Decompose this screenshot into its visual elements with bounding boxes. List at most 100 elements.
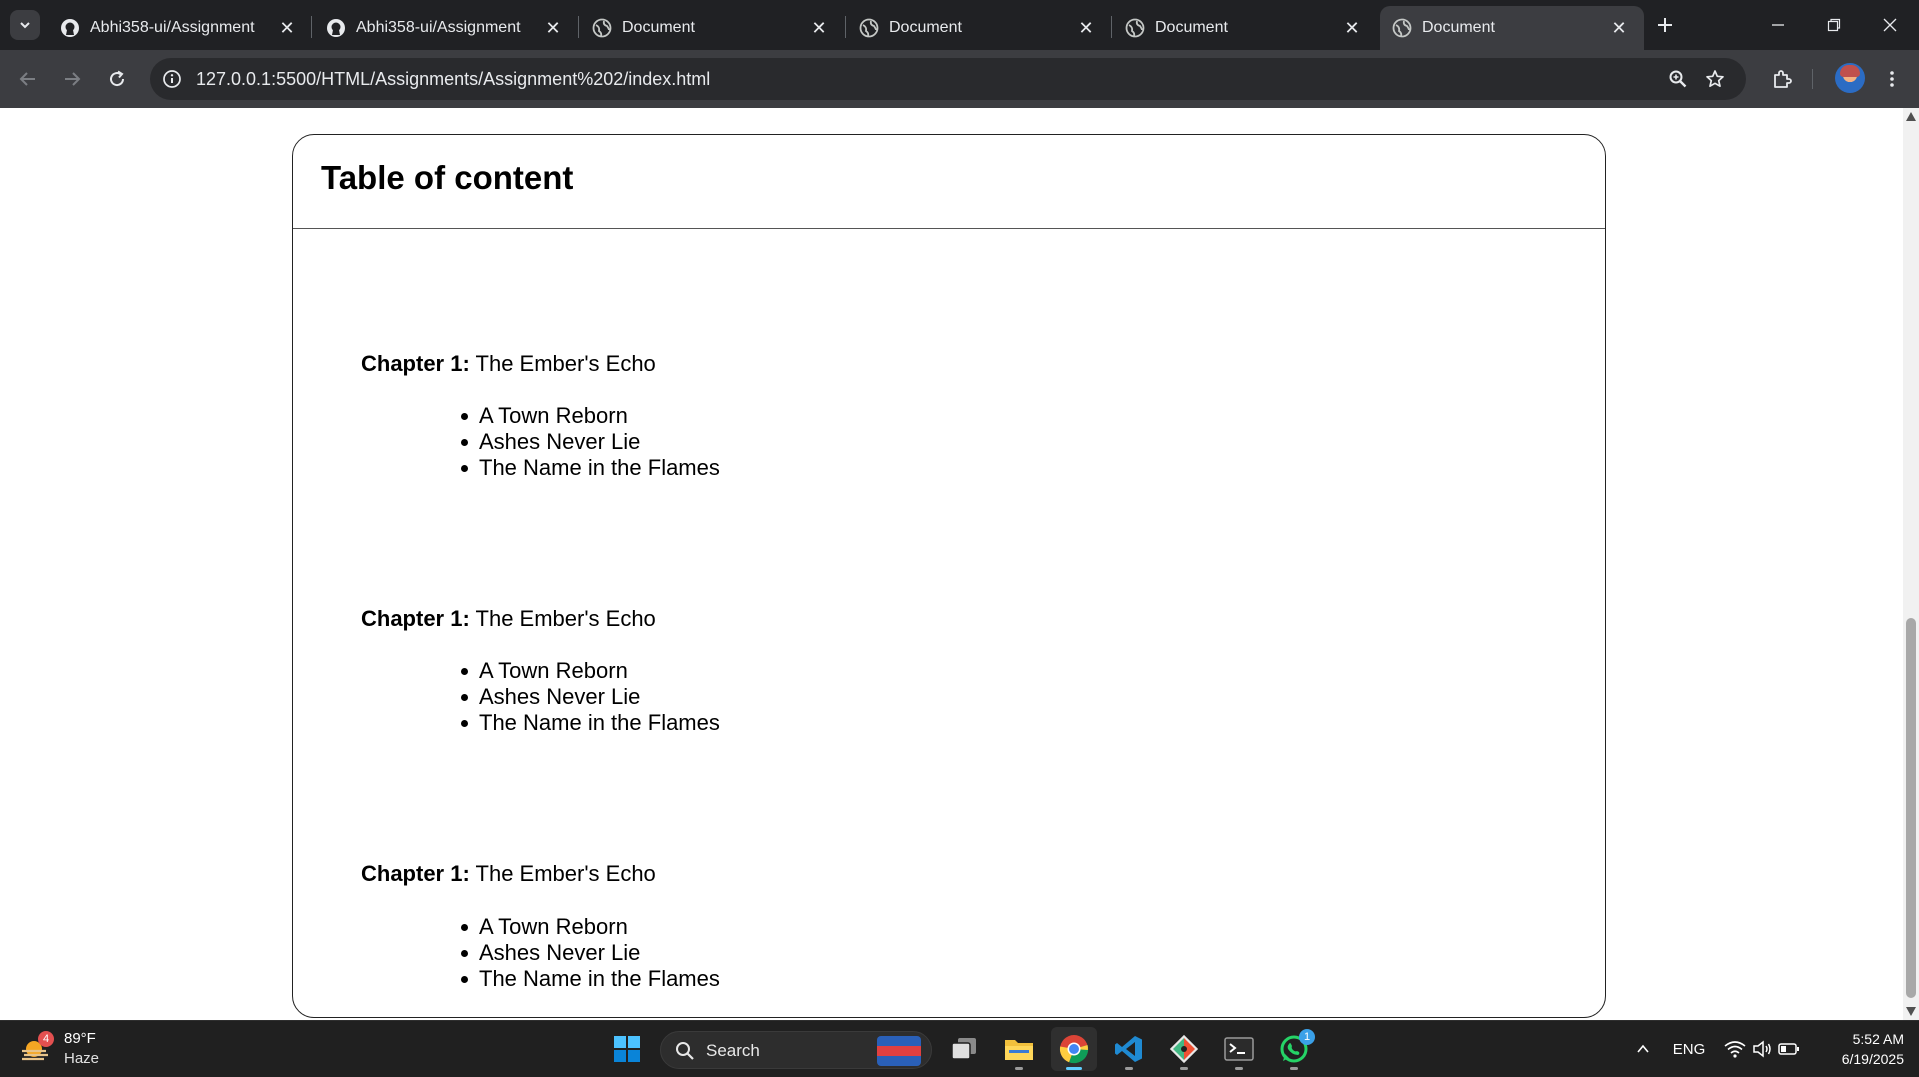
taskbar-search-box[interactable]: Search bbox=[660, 1031, 932, 1069]
clock-date: 6/19/2025 bbox=[1841, 1051, 1904, 1067]
search-label: Search bbox=[706, 1041, 760, 1060]
toc-card-header: Table of content bbox=[293, 135, 1605, 229]
section-item: A Town Reborn bbox=[461, 658, 720, 684]
browser-tab[interactable]: Document ✕ bbox=[847, 6, 1111, 50]
minimize-button[interactable] bbox=[1750, 0, 1806, 50]
quick-settings-button[interactable] bbox=[1722, 1029, 1802, 1069]
start-button[interactable] bbox=[604, 1027, 650, 1071]
wifi-icon bbox=[1724, 1041, 1746, 1058]
volume-icon bbox=[1753, 1040, 1771, 1058]
new-tab-button[interactable] bbox=[1650, 10, 1680, 40]
github-icon bbox=[60, 18, 80, 38]
browser-tab[interactable]: Document ✕ bbox=[1113, 6, 1377, 50]
more-vertical-icon bbox=[1890, 71, 1894, 87]
chapter-label: Chapter 1: bbox=[361, 351, 470, 376]
profile-avatar[interactable] bbox=[1835, 63, 1865, 93]
browser-tab[interactable]: Document ✕ bbox=[580, 6, 844, 50]
address-bar[interactable]: 127.0.0.1:5500/HTML/Assignments/Assignme… bbox=[150, 58, 1746, 100]
close-tab-icon[interactable]: ✕ bbox=[1608, 17, 1630, 39]
arrow-right-icon bbox=[65, 72, 81, 86]
section-item: Ashes Never Lie bbox=[461, 940, 720, 966]
search-highlight-image bbox=[877, 1036, 921, 1066]
globe-icon bbox=[859, 18, 879, 38]
system-clock[interactable]: 5:52 AM 6/19/2025 bbox=[1818, 1029, 1904, 1069]
taskbar-app-terminal[interactable] bbox=[1216, 1027, 1262, 1071]
whatsapp-badge: 1 bbox=[1299, 1029, 1315, 1045]
close-icon bbox=[1883, 18, 1897, 32]
running-indicator bbox=[1180, 1067, 1188, 1070]
globe-icon bbox=[1125, 18, 1145, 38]
scroll-up-arrow-icon[interactable] bbox=[1906, 112, 1916, 121]
tab-title: Abhi358-ui/Assignment bbox=[90, 19, 255, 36]
chevron-up-icon bbox=[1637, 1044, 1649, 1053]
close-tab-icon[interactable]: ✕ bbox=[1075, 17, 1097, 39]
vscode-icon bbox=[1115, 1036, 1142, 1062]
language-indicator[interactable]: ENG bbox=[1664, 1029, 1714, 1069]
zoom-icon[interactable] bbox=[1666, 67, 1690, 91]
forward-button[interactable] bbox=[56, 63, 88, 95]
browser-tab-strip: Abhi358-ui/Assignment ✕ Abhi358-ui/Assig… bbox=[0, 0, 1919, 50]
chapter-heading: Chapter 1: The Ember's Echo bbox=[361, 351, 656, 377]
plus-icon bbox=[1658, 18, 1672, 32]
clock-time: 5:52 AM bbox=[1852, 1031, 1904, 1047]
puzzle-icon bbox=[1774, 70, 1792, 88]
close-tab-icon[interactable]: ✕ bbox=[276, 17, 298, 39]
page-scrollbar[interactable] bbox=[1903, 108, 1919, 1020]
close-tab-icon[interactable]: ✕ bbox=[1341, 17, 1363, 39]
battery-icon bbox=[1778, 1043, 1799, 1055]
running-indicator bbox=[1235, 1067, 1243, 1070]
reload-icon bbox=[110, 70, 125, 87]
taskbar-app-vscode[interactable] bbox=[1106, 1027, 1152, 1071]
chapter-heading: Chapter 1: The Ember's Echo bbox=[361, 861, 656, 887]
tab-search-button[interactable] bbox=[10, 10, 40, 40]
active-indicator bbox=[1066, 1067, 1082, 1070]
close-window-button[interactable] bbox=[1862, 0, 1918, 50]
restore-icon bbox=[1827, 18, 1841, 32]
browser-toolbar: 127.0.0.1:5500/HTML/Assignments/Assignme… bbox=[0, 50, 1919, 108]
tab-title: Abhi358-ui/Assignment bbox=[356, 19, 521, 36]
weather-widget[interactable]: 4 89°F Haze bbox=[20, 1029, 150, 1071]
taskbar-app-file-explorer[interactable] bbox=[996, 1027, 1042, 1071]
taskbar-app-whatsapp[interactable]: 1 bbox=[1271, 1027, 1317, 1071]
scroll-down-arrow-icon[interactable] bbox=[1906, 1007, 1916, 1016]
tab-separator bbox=[578, 16, 579, 38]
chrome-icon bbox=[1059, 1035, 1089, 1064]
url-text[interactable]: 127.0.0.1:5500/HTML/Assignments/Assignme… bbox=[196, 69, 710, 90]
running-indicator bbox=[1125, 1067, 1133, 1070]
site-info-icon[interactable] bbox=[160, 67, 184, 91]
section-item: The Name in the Flames bbox=[461, 710, 720, 735]
section-item: The Name in the Flames bbox=[461, 455, 720, 480]
tab-title: Document bbox=[622, 19, 695, 36]
close-tab-icon[interactable]: ✕ bbox=[808, 17, 830, 39]
show-hidden-icons-button[interactable] bbox=[1630, 1029, 1656, 1069]
tab-title: Document bbox=[1422, 19, 1495, 36]
windows-taskbar: 4 89°F Haze Search 1 ENG 5:52 AM 6/19/20… bbox=[0, 1020, 1919, 1077]
windows-logo-icon bbox=[614, 1036, 640, 1062]
browser-tab[interactable]: Abhi358-ui/Assignment ✕ bbox=[314, 6, 578, 50]
browser-tab-active[interactable]: Document ✕ bbox=[1380, 6, 1644, 50]
github-icon bbox=[326, 18, 346, 38]
section-item: Ashes Never Lie bbox=[461, 429, 720, 455]
tab-separator bbox=[311, 16, 312, 38]
terminal-icon bbox=[1224, 1037, 1254, 1061]
reload-button[interactable] bbox=[101, 63, 133, 95]
section-item: Ashes Never Lie bbox=[461, 684, 720, 710]
toc-card: Table of content Chapter 1: The Ember's … bbox=[292, 134, 1606, 1018]
browser-menu-button[interactable] bbox=[1876, 63, 1908, 95]
close-tab-icon[interactable]: ✕ bbox=[542, 17, 564, 39]
restore-button[interactable] bbox=[1806, 0, 1862, 50]
git-icon bbox=[1169, 1034, 1199, 1064]
extensions-button[interactable] bbox=[1766, 63, 1798, 95]
scrollbar-thumb[interactable] bbox=[1906, 618, 1916, 998]
back-button[interactable] bbox=[12, 63, 44, 95]
chapter-heading: Chapter 1: The Ember's Echo bbox=[361, 606, 656, 632]
bookmark-star-icon[interactable] bbox=[1703, 67, 1727, 91]
chapter-name: The Ember's Echo bbox=[475, 606, 656, 631]
chapter-name: The Ember's Echo bbox=[475, 351, 656, 376]
browser-tab[interactable]: Abhi358-ui/Assignment ✕ bbox=[48, 6, 312, 50]
tab-title: Document bbox=[1155, 19, 1228, 36]
taskbar-app-git[interactable] bbox=[1161, 1027, 1207, 1071]
taskbar-app-chrome[interactable] bbox=[1051, 1027, 1097, 1071]
task-view-button[interactable] bbox=[941, 1027, 987, 1071]
tab-title: Document bbox=[889, 19, 962, 36]
